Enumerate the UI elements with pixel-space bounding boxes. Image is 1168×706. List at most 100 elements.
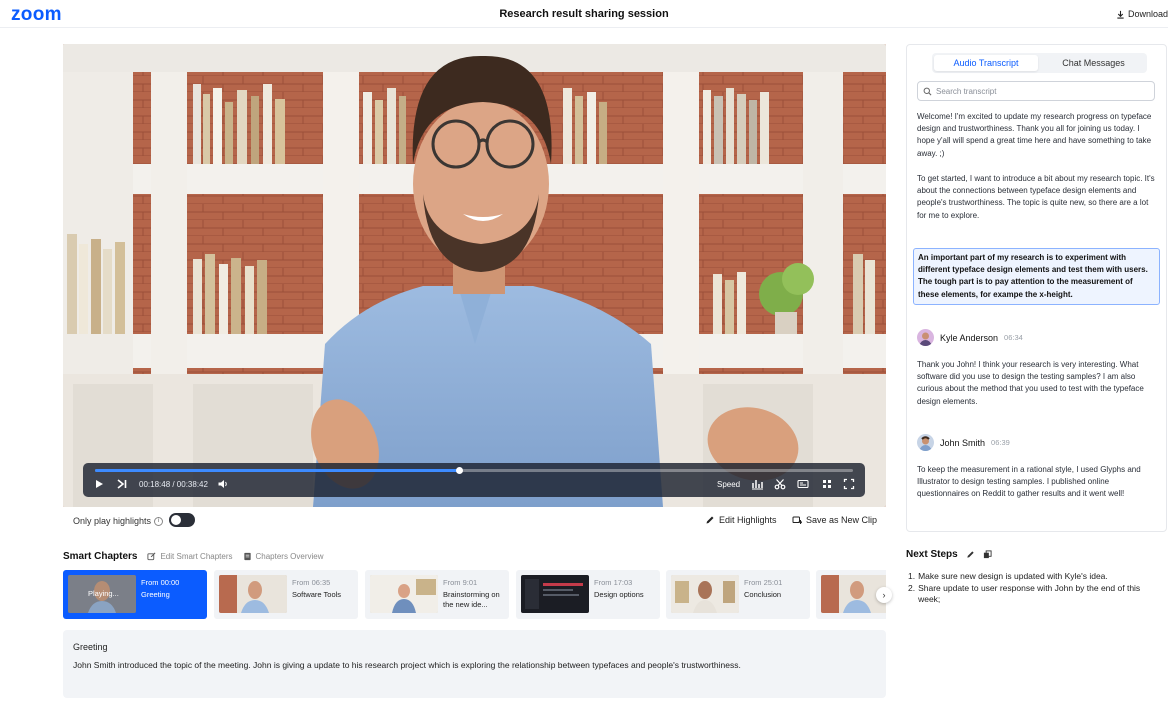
only-highlights-toggle[interactable] xyxy=(169,513,195,527)
info-icon[interactable]: i xyxy=(154,516,164,526)
video-player[interactable]: 00:18:48 / 00:38:42 Speed xyxy=(63,44,886,507)
next-step-text: Share update to user response with John … xyxy=(918,582,1141,605)
only-highlights-label: Only play highlights i xyxy=(73,516,164,526)
chapter-thumbnail xyxy=(219,575,287,613)
next-step-text: Make sure new design is updated with Kyl… xyxy=(918,571,1108,581)
speaker-name: John Smith xyxy=(940,437,986,448)
chapter-thumbnail xyxy=(671,575,739,613)
gallery-button[interactable] xyxy=(821,478,833,490)
speaker-row: Kyle Anderson 06:34 xyxy=(917,329,1023,346)
transcript-panel: Audio Transcript Chat Messages Welcome! … xyxy=(906,44,1167,532)
speaker-row: John Smith 06:39 xyxy=(917,434,1010,451)
pencil-icon[interactable] xyxy=(966,550,975,559)
avatar xyxy=(917,434,934,451)
next-step-number: 2. xyxy=(908,582,916,593)
speaker-time[interactable]: 06:39 xyxy=(991,438,1010,447)
transcript-paragraph: Welcome! I'm excited to update my resear… xyxy=(917,112,1152,158)
play-button[interactable] xyxy=(93,478,105,490)
speaker-name: Kyle Anderson xyxy=(940,332,999,343)
copy-icon[interactable] xyxy=(983,550,992,559)
play-icon xyxy=(96,480,103,488)
chapter-start: From 17:03 xyxy=(594,578,633,587)
next-step-number: 1. xyxy=(908,571,916,581)
download-label: Download xyxy=(1127,9,1168,19)
chapter-thumbnail xyxy=(521,575,589,613)
edit-highlights-label: Edit Highlights xyxy=(719,515,777,525)
playback-options: Only play highlights i Edit Highlights S… xyxy=(63,509,886,531)
transcript-highlight[interactable]: An important part of my research is to e… xyxy=(913,248,1160,305)
seek-bar-fill xyxy=(95,469,459,472)
grid-icon xyxy=(823,480,831,488)
captions-button[interactable] xyxy=(797,478,809,490)
captions-icon xyxy=(797,479,809,489)
summary-text: John Smith introduced the topic of the m… xyxy=(73,660,741,670)
next-step-item: 2. Share update to user response with Jo… xyxy=(908,583,1163,606)
fullscreen-button[interactable] xyxy=(843,478,855,490)
chapter-item[interactable]: Playing... From 00:00 Greeting xyxy=(63,570,207,619)
fullscreen-icon xyxy=(843,478,855,490)
chapter-name: Design options xyxy=(594,590,644,599)
search-input[interactable] xyxy=(936,86,1146,96)
pencil-icon xyxy=(706,516,714,524)
meeting-title: Research result sharing session xyxy=(499,8,669,20)
chapter-item[interactable]: From 17:03 Design options xyxy=(516,570,660,619)
edit-highlights-button[interactable]: Edit Highlights xyxy=(705,515,777,525)
save-clip-label: Save as New Clip xyxy=(806,515,878,525)
chapter-item[interactable]: From 9:01 Brainstorming on the new ide..… xyxy=(365,570,509,619)
video-frame xyxy=(63,44,886,507)
volume-button[interactable] xyxy=(217,478,229,490)
chapter-start: From 25:01 xyxy=(744,578,783,587)
chapter-thumbnail: Playing... xyxy=(68,575,136,613)
chapter-thumbnail xyxy=(370,575,438,613)
chapter-start: From 9:01 xyxy=(443,578,478,587)
trim-button[interactable] xyxy=(774,478,786,490)
seek-bar[interactable] xyxy=(95,467,853,474)
download-button[interactable]: Download xyxy=(1116,9,1168,19)
speaker-time[interactable]: 06:34 xyxy=(1004,333,1023,342)
timecode: 00:18:48 / 00:38:42 xyxy=(139,480,208,489)
chapter-name: Conclusion xyxy=(744,590,782,599)
transcript-paragraph: Thank you John! I think your research is… xyxy=(917,360,1144,406)
audio-levels-button[interactable] xyxy=(751,478,763,490)
edit-chapters-label: Edit Smart Chapters xyxy=(160,551,233,561)
chapter-summary: Greeting John Smith introduced the topic… xyxy=(63,630,886,698)
skip-next-icon xyxy=(117,479,127,489)
search-icon xyxy=(923,87,932,95)
chapters-title: Smart Chapters xyxy=(63,550,138,562)
chapters-overview-button[interactable]: Chapters Overview xyxy=(243,552,324,561)
next-steps-header: Next Steps xyxy=(906,549,992,560)
edit-chapters-button[interactable]: Edit Smart Chapters xyxy=(147,551,233,561)
chapter-start: From 06:35 xyxy=(292,578,331,587)
transcript-search[interactable] xyxy=(917,81,1155,101)
chapter-list: Playing... From 00:00 Greeting From 06:3… xyxy=(63,570,886,620)
next-steps-list: 1. Make sure new design is updated with … xyxy=(908,571,1163,606)
playing-label: Playing... xyxy=(88,589,119,598)
chapter-name: Software Tools xyxy=(292,590,342,599)
chapter-name: Greeting xyxy=(141,590,170,599)
volume-icon xyxy=(218,480,227,488)
avatar xyxy=(917,329,934,346)
chapter-item[interactable]: From 25:01 Conclusion xyxy=(666,570,810,619)
next-step-item: 1. Make sure new design is updated with … xyxy=(908,571,1163,583)
summary-title: Greeting xyxy=(73,642,108,652)
chapters-overview-label: Chapters Overview xyxy=(255,551,324,561)
chapter-name: Brainstorming on the new ide... xyxy=(443,590,500,609)
save-clip-button[interactable]: Save as New Clip xyxy=(792,515,877,525)
seek-handle[interactable] xyxy=(455,467,463,474)
chapter-item[interactable]: From 06:35 Software Tools xyxy=(214,570,358,619)
bars-icon xyxy=(752,480,763,490)
only-highlights-text: Only play highlights xyxy=(73,516,152,526)
next-button[interactable] xyxy=(116,478,128,490)
tab-audio-transcript[interactable]: Audio Transcript xyxy=(934,55,1038,71)
chapter-start: From 00:00 xyxy=(141,578,180,587)
tab-chat-messages[interactable]: Chat Messages xyxy=(1042,55,1145,71)
chapters-next-arrow[interactable]: › xyxy=(876,587,892,603)
document-icon xyxy=(243,552,251,560)
scissors-icon xyxy=(774,479,786,490)
download-icon xyxy=(1117,10,1124,19)
transcript-paragraph: To keep the measurement in a rational st… xyxy=(917,465,1141,499)
edit-box-icon xyxy=(147,552,156,560)
speed-button[interactable]: Speed xyxy=(717,480,740,489)
next-steps-title: Next Steps xyxy=(906,549,958,560)
clip-icon xyxy=(792,516,802,524)
